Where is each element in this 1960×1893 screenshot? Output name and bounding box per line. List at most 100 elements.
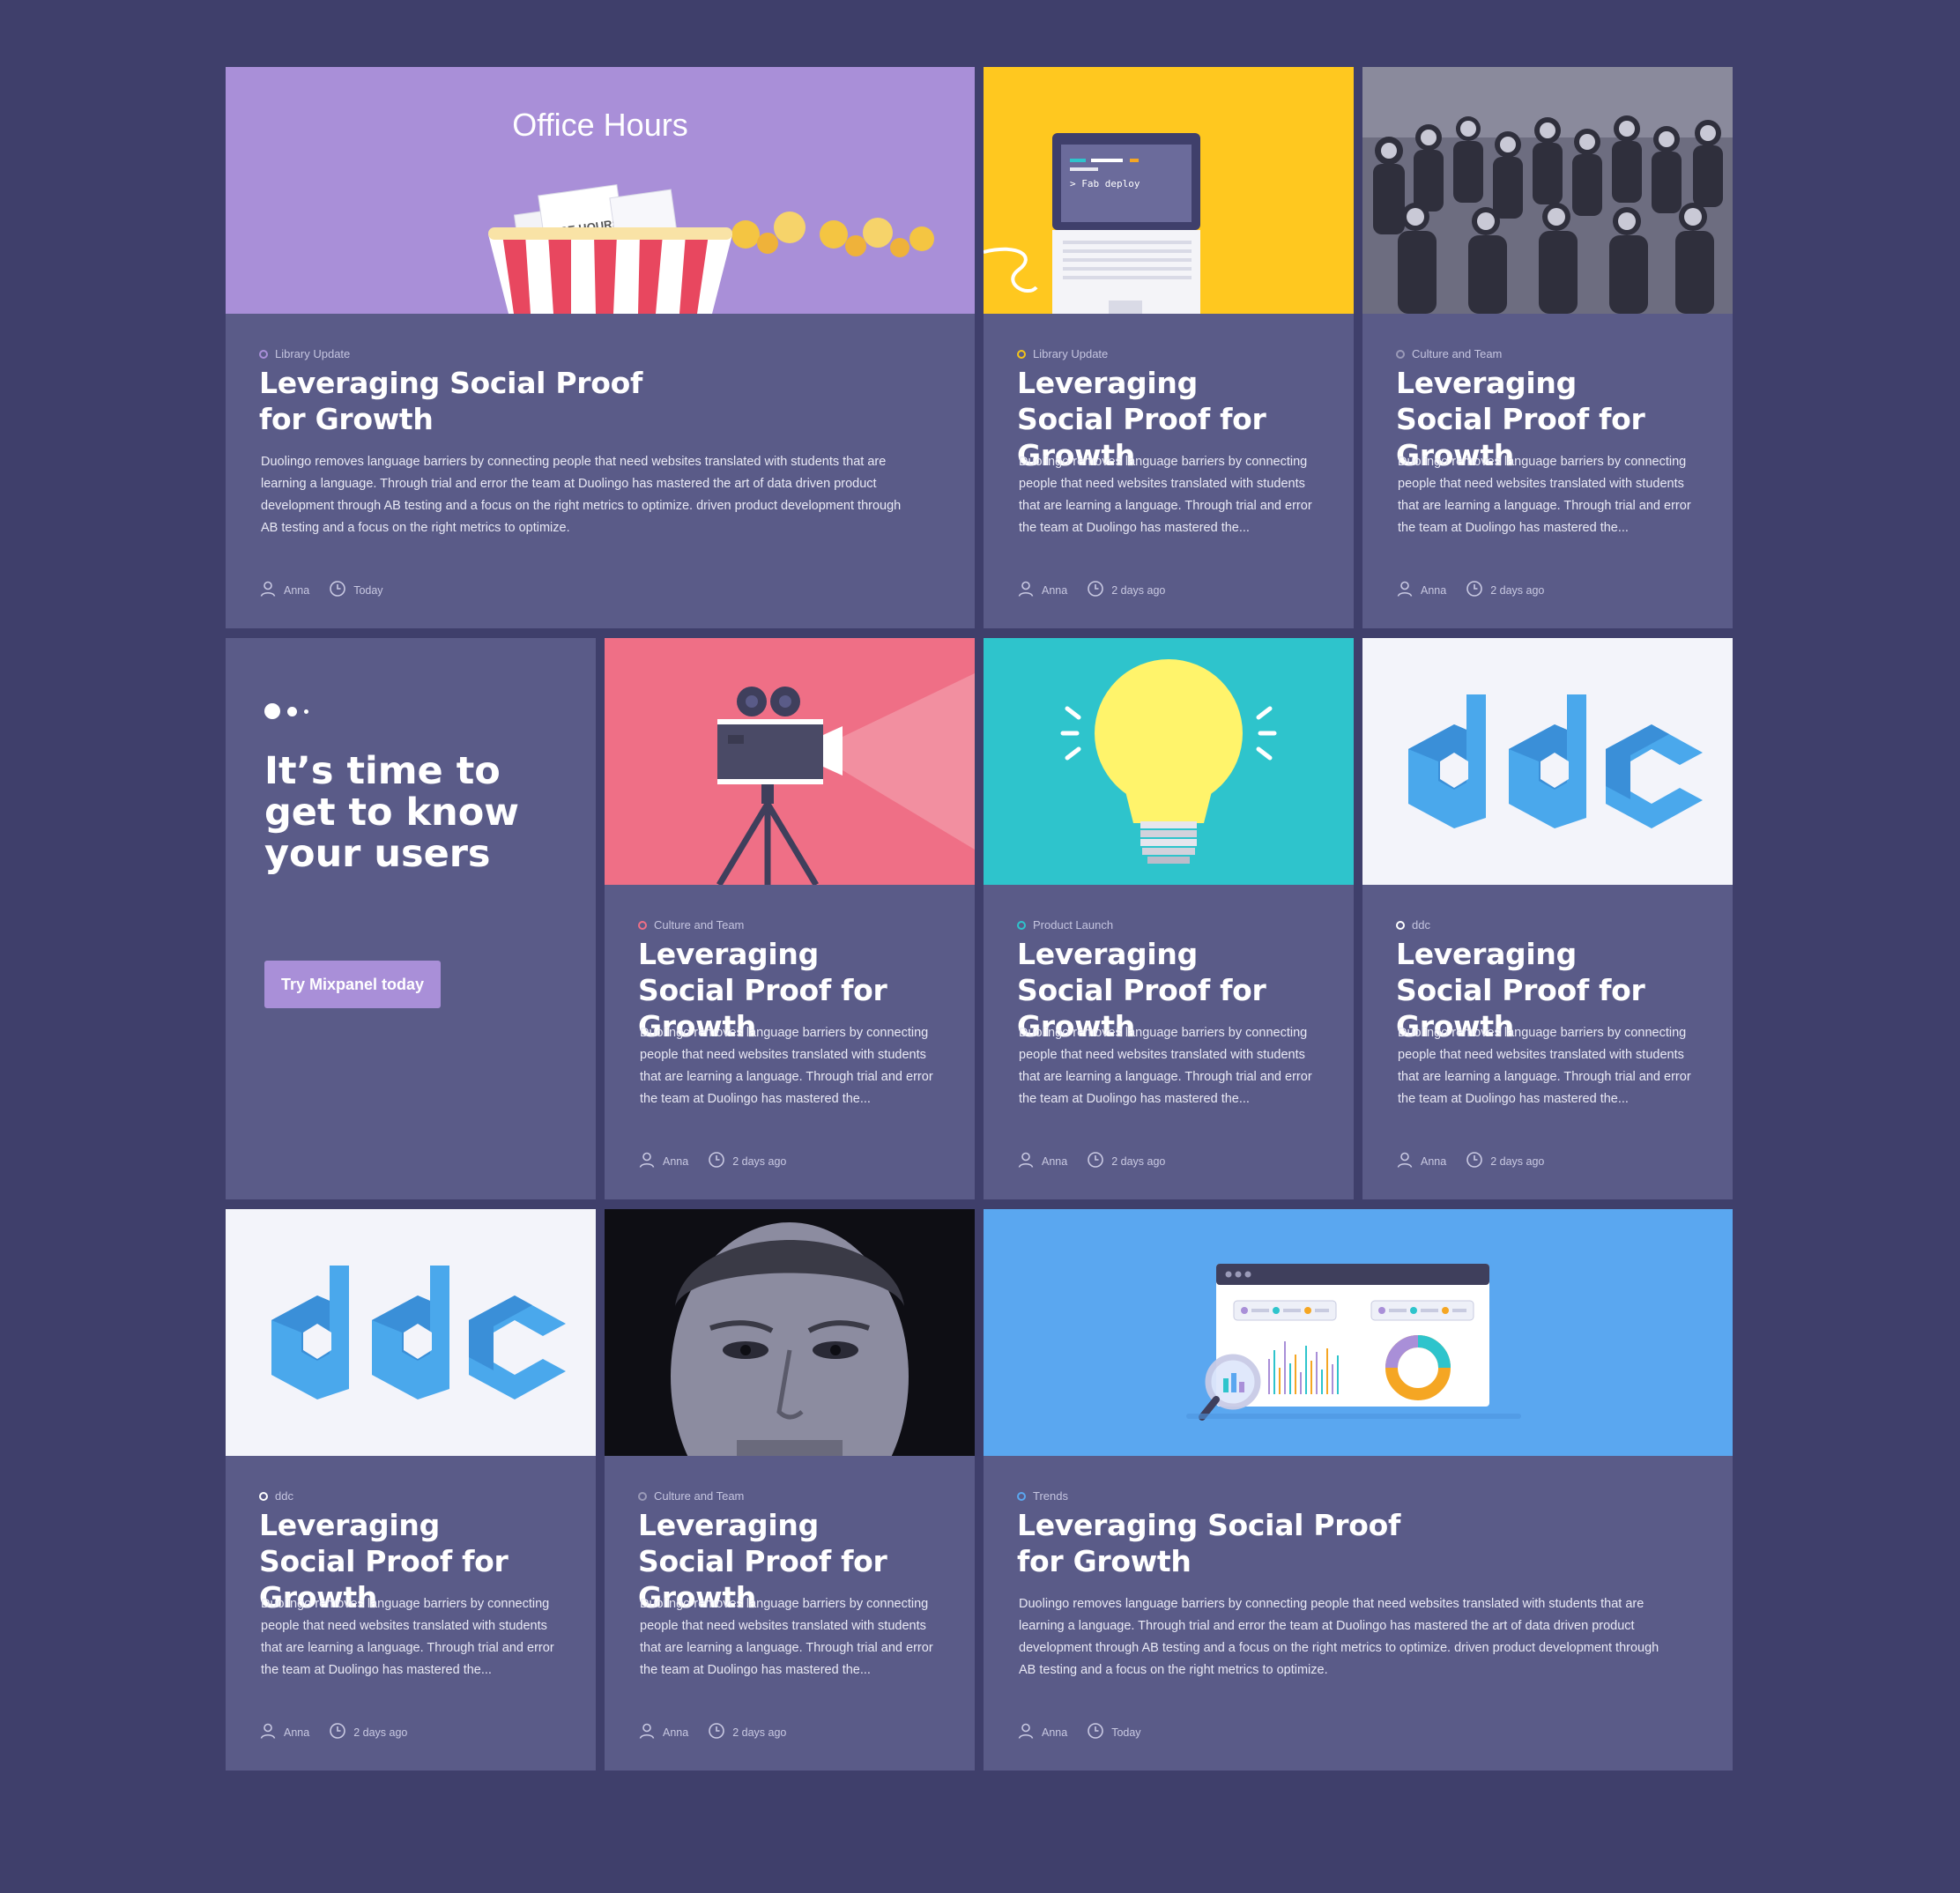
category-dot-icon <box>1017 1491 1026 1501</box>
category-dot-icon <box>1396 920 1405 930</box>
office-hours-heading: Office Hours <box>512 107 687 143</box>
article-description: Duolingo removes language barriers by co… <box>1398 455 1691 535</box>
article-meta: Anna 2 days ago <box>1017 1151 1184 1171</box>
article-card[interactable]: > Fab deploy Library Update Leveraging So… <box>984 67 1354 628</box>
article-card[interactable]: Trends Leveraging Social Proof for Growth… <box>984 1209 1733 1771</box>
article-description: Duolingo removes language barriers by co… <box>1019 1026 1312 1106</box>
category-label[interactable]: ddc <box>259 1489 293 1503</box>
author-name: Anna <box>663 1726 689 1739</box>
card-body: Culture and Team Leveraging Social Proof … <box>605 1456 975 1771</box>
team-photo <box>1362 67 1733 314</box>
article-card[interactable]: Culture and Team Leveraging Social Proof … <box>605 638 975 1199</box>
category-label[interactable]: Trends <box>1017 1489 1068 1503</box>
category-dot-icon <box>1396 349 1405 359</box>
card-body: ddc Leveraging Social Proof for Growth Duo… <box>1362 885 1733 1199</box>
cta-card: It’s time to get to know your users Try … <box>226 638 596 1199</box>
article-meta: Anna 2 days ago <box>1017 580 1184 600</box>
article-meta: Anna Today <box>259 580 403 600</box>
author-icon <box>638 1151 663 1171</box>
article-meta: Anna 2 days ago <box>1396 580 1563 600</box>
post-time: 2 days ago <box>1111 583 1166 597</box>
category-text: Library Update <box>275 347 351 360</box>
category-text: Product Launch <box>1033 918 1114 932</box>
category-label[interactable]: Culture and Team <box>1396 347 1502 360</box>
card-body: Product Launch Leveraging Social Proof fo… <box>984 885 1354 1199</box>
article-description: Duolingo removes language barriers by co… <box>1019 455 1312 535</box>
category-dot-icon <box>259 1491 268 1501</box>
article-card[interactable]: ddc Leveraging Social Proof for Growth Duo… <box>1362 638 1733 1199</box>
article-meta: Anna 2 days ago <box>638 1151 806 1171</box>
category-dot-icon <box>1017 920 1026 930</box>
article-title[interactable]: Leveraging Social Proof for Growth <box>1017 1507 1431 1579</box>
article-description: Duolingo removes language barriers by co… <box>1398 1026 1691 1106</box>
author-icon <box>1017 1722 1042 1742</box>
clock-icon <box>1466 580 1490 600</box>
post-time: 2 days ago <box>732 1154 787 1168</box>
try-mixpanel-button[interactable]: Try Mixpanel today <box>264 961 441 1008</box>
card-body: Library Update Leveraging Social Proof fo… <box>984 314 1354 628</box>
category-text: Trends <box>1033 1489 1068 1503</box>
category-text: Culture and Team <box>654 1489 745 1503</box>
card-body: Trends Leveraging Social Proof for Growth… <box>984 1456 1733 1771</box>
article-description: Duolingo removes language barriers by co… <box>261 455 902 535</box>
post-time: 2 days ago <box>732 1726 787 1739</box>
post-time: Today <box>1111 1726 1141 1739</box>
author-name: Anna <box>1421 1154 1447 1168</box>
category-text: Culture and Team <box>654 918 745 932</box>
clock-icon <box>1087 580 1111 600</box>
card-body: ddc Leveraging Social Proof for Growth Duo… <box>226 1456 596 1771</box>
category-text: ddc <box>1412 918 1430 932</box>
author-name: Anna <box>663 1154 689 1168</box>
clock-icon <box>708 1722 732 1742</box>
author-name: Anna <box>284 1726 310 1739</box>
article-description: Duolingo removes language barriers by co… <box>640 1026 933 1106</box>
post-time: 2 days ago <box>1490 1154 1545 1168</box>
article-card[interactable]: Office Hours OFFICE HOURS Library Update… <box>226 67 975 628</box>
post-time: 2 days ago <box>1111 1154 1166 1168</box>
author-icon <box>1017 580 1042 600</box>
post-time: 2 days ago <box>353 1726 408 1739</box>
article-card[interactable]: Product Launch Leveraging Social Proof fo… <box>984 638 1354 1199</box>
article-description: Duolingo removes language barriers by co… <box>640 1597 933 1677</box>
post-time: 2 days ago <box>1490 583 1545 597</box>
article-meta: Anna Today <box>1017 1722 1161 1742</box>
clock-icon <box>1466 1151 1490 1171</box>
cta-heading: It’s time to get to know your users <box>264 749 520 876</box>
article-meta: Anna 2 days ago <box>1396 1151 1563 1171</box>
author-name: Anna <box>1421 583 1447 597</box>
author-icon <box>259 1722 284 1742</box>
clock-icon <box>1087 1722 1111 1742</box>
clock-icon <box>708 1151 732 1171</box>
category-label[interactable]: Product Launch <box>1017 918 1113 932</box>
article-card[interactable]: Culture and Team Leveraging Social Proof … <box>605 1209 975 1771</box>
category-dot-icon <box>638 920 647 930</box>
office-hours-illustration: Office Hours OFFICE HOURS <box>226 67 975 314</box>
article-meta: Anna 2 days ago <box>259 1722 427 1742</box>
category-label[interactable]: Library Update <box>259 347 350 360</box>
card-body: Culture and Team Leveraging Social Proof … <box>605 885 975 1199</box>
article-description: Duolingo removes language barriers by co… <box>1019 1597 1659 1677</box>
author-icon <box>1396 580 1421 600</box>
category-label[interactable]: Culture and Team <box>638 1489 744 1503</box>
author-name: Anna <box>1042 1726 1068 1739</box>
author-name: Anna <box>284 583 310 597</box>
terminal-illustration: > Fab deploy <box>984 67 1354 314</box>
category-dot-icon <box>1017 349 1026 359</box>
clock-icon <box>329 580 353 600</box>
article-title[interactable]: Leveraging Social Proof for Growth <box>259 365 673 437</box>
category-label[interactable]: Culture and Team <box>638 918 744 932</box>
author-icon <box>638 1722 663 1742</box>
card-body: Culture and Team Leveraging Social Proof … <box>1362 314 1733 628</box>
category-label[interactable]: Library Update <box>1017 347 1108 360</box>
article-card[interactable]: Culture and Team Leveraging Social Proof … <box>1362 67 1733 628</box>
terminal-text: > Fab deploy <box>1070 178 1140 189</box>
author-icon <box>259 580 284 600</box>
light-bulb-illustration <box>984 638 1354 885</box>
clock-icon <box>329 1722 353 1742</box>
ddc-logo-image <box>226 1209 596 1456</box>
category-dot-icon <box>638 1491 647 1501</box>
category-label[interactable]: ddc <box>1396 918 1430 932</box>
article-card[interactable]: ddc Leveraging Social Proof for Growth Duo… <box>226 1209 596 1771</box>
author-icon <box>1396 1151 1421 1171</box>
clock-icon <box>1087 1151 1111 1171</box>
